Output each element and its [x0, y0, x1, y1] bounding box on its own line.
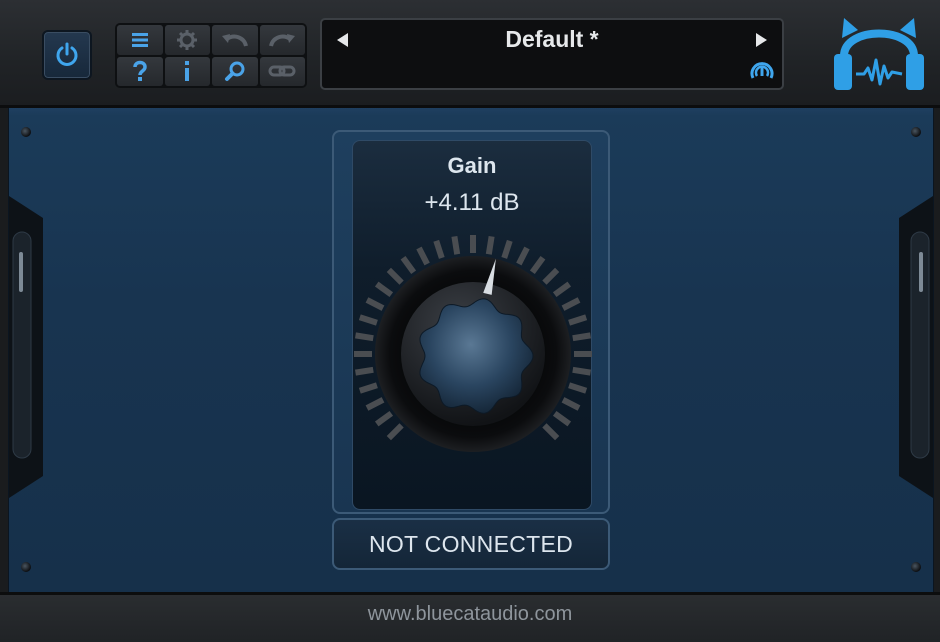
knob-tick — [529, 255, 546, 275]
knob-tick — [374, 410, 394, 427]
knob-tick — [416, 246, 430, 266]
sync-icon[interactable] — [748, 58, 776, 84]
redo-button[interactable] — [259, 25, 305, 55]
triangle-left-icon — [337, 33, 348, 47]
connection-status: NOT CONNECTED — [332, 518, 610, 570]
preset-name[interactable]: Default * — [382, 26, 722, 53]
knob-tick — [365, 397, 385, 411]
triangle-right-icon — [756, 33, 767, 47]
knob-tick — [552, 281, 572, 298]
screw — [911, 127, 921, 137]
knob-tick — [568, 382, 588, 394]
preset-next-button[interactable] — [752, 30, 772, 50]
knob-tick — [358, 314, 378, 326]
link-button[interactable] — [259, 56, 305, 86]
knob-tick — [568, 314, 588, 326]
screw — [21, 562, 31, 572]
power-button[interactable] — [42, 30, 92, 80]
zoom-button[interactable] — [212, 56, 258, 86]
left-side-handle — [9, 196, 43, 498]
knob-tick — [572, 366, 592, 376]
knob-value[interactable]: +4.11 dB — [353, 189, 591, 217]
knob-tick — [365, 297, 385, 311]
menu-button[interactable] — [117, 25, 163, 55]
knob-tick — [501, 239, 513, 259]
gain-knob-card: Gain +4.11 dB — [332, 130, 610, 514]
gain-knob[interactable] — [351, 229, 595, 469]
menu-icon — [131, 32, 148, 47]
zoom-icon — [224, 61, 245, 82]
knob-tick — [386, 423, 404, 441]
knob-tick — [542, 267, 560, 285]
knob-tick — [386, 267, 404, 285]
knob-tick — [485, 235, 495, 255]
footer: www.bluecataudio.com — [0, 592, 940, 642]
help-icon — [133, 61, 147, 82]
knob-tick — [374, 281, 394, 298]
knob-tick — [552, 410, 572, 427]
knob-tick — [572, 332, 592, 342]
tool-grid — [115, 23, 307, 88]
knob-tick — [400, 255, 417, 275]
help-button[interactable] — [117, 56, 163, 86]
knob-tick — [358, 382, 378, 394]
undo-button[interactable] — [212, 25, 258, 55]
knob-tick — [561, 397, 581, 411]
gear-icon — [177, 29, 198, 50]
knob-title: Gain — [447, 153, 497, 178]
gain-knob-panel: Gain +4.11 dB — [352, 140, 592, 510]
knob-tick — [354, 332, 374, 342]
info-icon — [185, 61, 190, 82]
website-link[interactable]: www.bluecataudio.com — [0, 603, 940, 626]
knob-tick — [451, 235, 461, 255]
redo-icon — [269, 33, 296, 47]
screw — [911, 562, 921, 572]
link-icon — [268, 65, 296, 77]
top-toolbar: Default * — [0, 0, 940, 108]
screw — [21, 127, 31, 137]
knob-tick — [354, 366, 374, 376]
knob-tick — [433, 239, 445, 259]
main-panel: Gain +4.11 dB NOT CONNECTED — [8, 108, 934, 592]
info-button[interactable] — [164, 56, 210, 86]
knob-tick — [542, 423, 560, 441]
right-side-handle — [899, 196, 933, 498]
preset-prev-button[interactable] — [332, 30, 352, 50]
knob-tick — [516, 246, 530, 266]
power-icon — [56, 42, 78, 66]
preset-selector: Default * — [320, 18, 784, 90]
undo-icon — [221, 33, 248, 47]
blue-cat-headphones-logo — [834, 18, 924, 90]
settings-button[interactable] — [164, 25, 210, 55]
knob-tick — [561, 297, 581, 311]
